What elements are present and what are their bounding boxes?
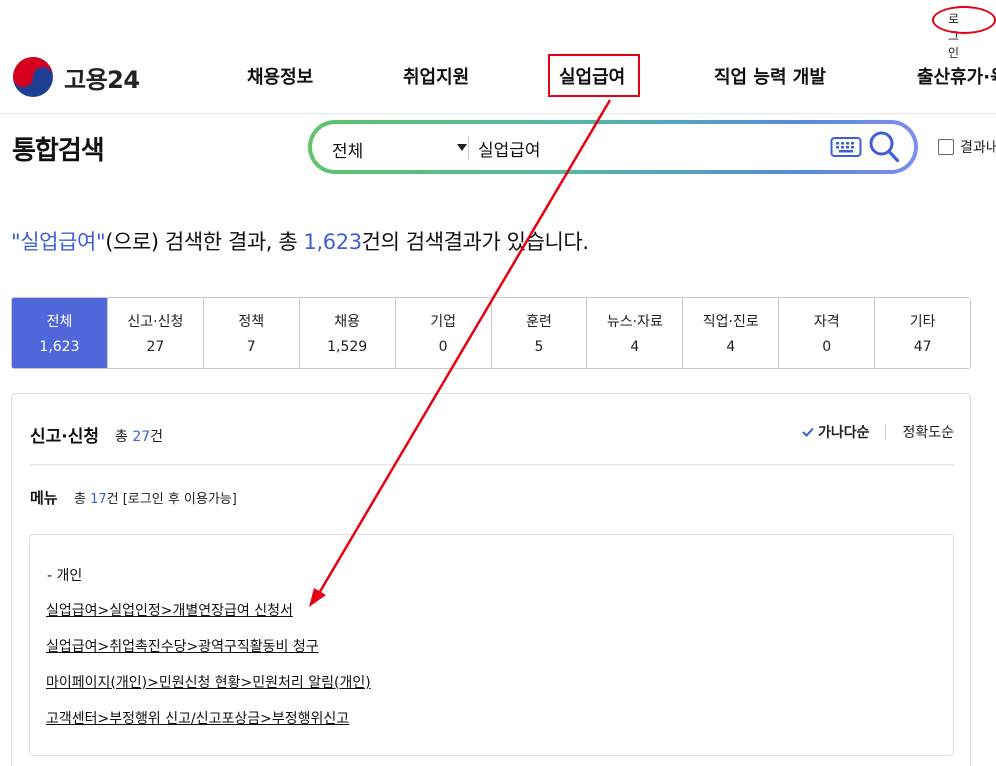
tab-count: 1,529 xyxy=(327,339,368,355)
tab-label: 채용 xyxy=(334,314,361,330)
tab-certification[interactable]: 자격 0 xyxy=(778,298,875,368)
tab-count: 4 xyxy=(726,339,736,355)
sort-alphabetical[interactable]: 가나다순 xyxy=(802,422,869,442)
search-input[interactable] xyxy=(478,132,818,164)
tab-label: 직업·진로 xyxy=(702,314,759,330)
search-scope-select[interactable]: 전체 xyxy=(332,137,467,162)
taegeuk-logo-icon xyxy=(13,57,53,97)
search-icon[interactable] xyxy=(868,130,900,164)
tab-career[interactable]: 직업·진로 4 xyxy=(682,298,779,368)
summary-text-end: 건의 검색결과가 있습니다. xyxy=(361,230,589,254)
tab-count: 0 xyxy=(822,339,832,355)
tab-etc[interactable]: 기타 47 xyxy=(874,298,970,368)
search-summary: "실업급여"(으로) 검색한 결과, 총 1,623건의 검색결과가 있습니다. xyxy=(11,226,589,256)
tab-count: 5 xyxy=(534,339,544,355)
nav-annotation-box xyxy=(548,54,640,97)
result-link[interactable]: 실업급여>실업인정>개별연장급여 신청서 xyxy=(46,600,293,620)
sort-options: 가나다순 정확도순 xyxy=(802,422,954,442)
summary-keyword: 실업급여 xyxy=(20,230,96,254)
tab-count: 4 xyxy=(630,339,640,355)
tab-label: 신고·신청 xyxy=(127,314,184,330)
keyboard-icon[interactable] xyxy=(830,135,862,159)
search-scope-value: 전체 xyxy=(332,142,364,162)
tab-label: 기업 xyxy=(430,314,456,330)
result-link[interactable]: 고객센터>부정행위 신고/신고포상금>부정행위신고 xyxy=(46,708,349,728)
tab-jobs[interactable]: 채용 1,529 xyxy=(298,298,395,368)
section-divider xyxy=(30,464,954,465)
summary-text: (으로) 검색한 결과, 총 xyxy=(105,230,304,254)
tab-count: 27 xyxy=(146,339,165,355)
site-logo[interactable]: 고용24 xyxy=(12,56,140,98)
tab-company[interactable]: 기업 0 xyxy=(394,298,491,368)
tab-label: 기타 xyxy=(909,314,936,330)
tab-label: 전체 xyxy=(46,314,73,330)
search-box: 전체 xyxy=(308,120,918,174)
summary-quote-close: " xyxy=(95,230,106,254)
search-row: 통합검색 전체 결과내 xyxy=(0,120,996,176)
result-link[interactable]: 실업급여>취업촉진수당>광역구직활동비 청구 xyxy=(46,636,319,656)
tab-label: 정책 xyxy=(238,314,265,330)
tab-news-data[interactable]: 뉴스·자료 4 xyxy=(586,298,683,368)
check-icon xyxy=(802,427,814,437)
section-title: 신고·신청 xyxy=(30,427,100,447)
category-tabs: 전체 1,623 신고·신청 27 정책 7 채용 1,529 기업 0 훈련 … xyxy=(11,297,971,369)
tab-count: 7 xyxy=(246,339,256,355)
sort-divider xyxy=(885,425,887,439)
sort-accuracy[interactable]: 정확도순 xyxy=(902,422,954,442)
nav-item-jobs[interactable]: 채용정보 xyxy=(247,63,313,89)
summary-total: 1,623 xyxy=(303,230,363,254)
caret-down-icon xyxy=(457,144,467,151)
summary-quote-open: " xyxy=(11,230,21,254)
nav-item-skills-development[interactable]: 직업 능력 개발 xyxy=(714,63,826,89)
tab-count: 1,623 xyxy=(39,339,80,355)
result-link[interactable]: 마이페이지(개인)>민원신청 현황>민원처리 알림(개인) xyxy=(46,672,371,692)
section-total: 총 27건 xyxy=(115,429,164,445)
tab-training[interactable]: 훈련 5 xyxy=(490,298,587,368)
main-navigation: 고용24 채용정보 취업지원 실업급여 직업 능력 개발 출산휴가·육 xyxy=(0,44,996,114)
group-label: - 개인 xyxy=(47,568,83,584)
tab-count: 47 xyxy=(913,339,932,355)
tab-policy[interactable]: 정책 7 xyxy=(202,298,299,368)
tab-count: 0 xyxy=(438,339,448,355)
menu-subtitle: 메뉴 xyxy=(30,489,58,507)
search-within-checkbox[interactable] xyxy=(938,139,954,155)
logo-text: 고용24 xyxy=(64,65,140,94)
tab-label: 훈련 xyxy=(526,314,552,330)
tab-report-application[interactable]: 신고·신청 27 xyxy=(106,298,203,368)
tab-label: 뉴스·자료 xyxy=(606,314,663,330)
results-panel: 신고·신청 총 27건 가나다순 정확도순 메뉴 총 17건 [로그인 후 이용… xyxy=(11,393,971,766)
nav-item-employment-support[interactable]: 취업지원 xyxy=(403,63,469,89)
menu-total: 총 17건 [로그인 후 이용가능] xyxy=(74,492,237,507)
search-within-results[interactable]: 결과내 xyxy=(938,137,996,157)
nav-item-maternity-leave[interactable]: 출산휴가·육 xyxy=(917,63,996,89)
tab-label: 자격 xyxy=(813,314,840,330)
tab-all[interactable]: 전체 1,623 xyxy=(12,298,107,368)
search-divider xyxy=(468,136,469,160)
page-title: 통합검색 xyxy=(12,136,105,166)
login-annotation-circle xyxy=(932,6,996,34)
menu-result-list: - 개인 실업급여>실업인정>개별연장급여 신청서 실업급여>취업촉진수당>광역… xyxy=(29,534,954,756)
search-within-label: 결과내 xyxy=(960,140,996,156)
